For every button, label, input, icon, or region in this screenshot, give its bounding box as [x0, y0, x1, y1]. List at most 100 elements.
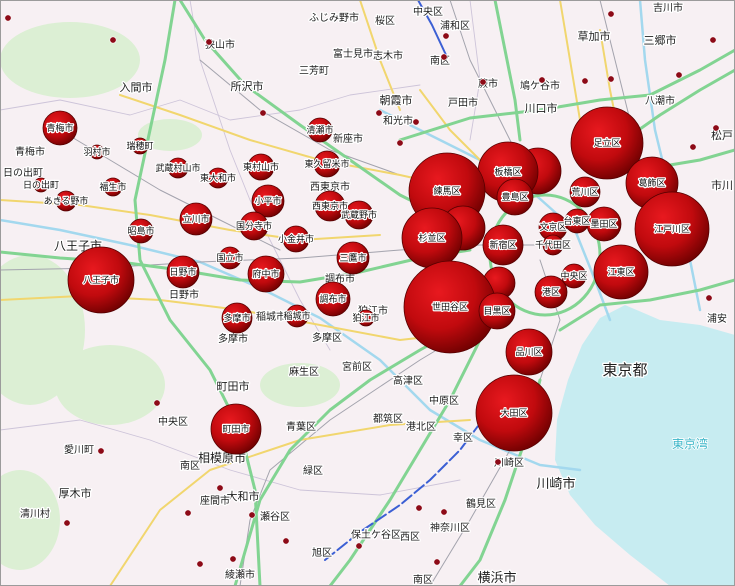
- municipality-bubble-label: 港区: [542, 286, 560, 298]
- municipality-bubble-label: 中央区: [560, 270, 587, 282]
- place-label: 愛川町: [64, 443, 94, 456]
- place-label: 富士見市: [333, 47, 373, 60]
- municipality-bubble-label: 品川区: [515, 347, 542, 358]
- municipality-bubble-label: 豊島区: [501, 191, 528, 203]
- municipality-dot[interactable]: [184, 509, 192, 517]
- municipality-bubble-label: 日野市: [169, 266, 196, 278]
- place-label: 町田市: [217, 379, 250, 393]
- place-label: 新座市: [333, 132, 363, 145]
- municipality-dot[interactable]: [581, 77, 589, 85]
- place-label: 青葉区: [286, 420, 316, 433]
- place-label: 青梅市: [15, 145, 45, 158]
- municipality-bubble-label: 府中市: [252, 268, 279, 280]
- place-label: 吉川市: [653, 1, 683, 14]
- municipality-bubble-label: 台東区: [563, 215, 590, 227]
- municipality-bubble-label: 八王子市: [83, 274, 119, 286]
- municipality-dot[interactable]: [375, 109, 383, 117]
- place-label: 神奈川区: [430, 521, 470, 534]
- municipality-dot[interactable]: [607, 10, 615, 18]
- municipality-bubble-label: 葛飾区: [638, 177, 665, 189]
- municipality-dot[interactable]: [494, 458, 502, 466]
- municipality-dot[interactable]: [607, 75, 615, 83]
- municipality-bubble-label: 小平市: [254, 195, 281, 207]
- municipality-dot[interactable]: [689, 143, 697, 151]
- municipality-dot[interactable]: [216, 484, 224, 492]
- municipality-dot[interactable]: [440, 53, 448, 61]
- municipality-bubble-label: 世田谷区: [432, 301, 468, 313]
- place-label: 都筑区: [373, 412, 403, 425]
- municipality-dot[interactable]: [109, 36, 117, 44]
- place-label: 大和市: [227, 489, 260, 503]
- municipality-dot[interactable]: [259, 109, 267, 117]
- place-label: 緑区: [303, 464, 323, 477]
- municipality-dot[interactable]: [205, 38, 213, 46]
- municipality-bubble-label: 荒川区: [571, 187, 598, 198]
- municipality-bubble-label: 小金井市: [278, 233, 314, 245]
- place-label: 戸田市: [448, 96, 478, 109]
- place-label: 川崎市: [536, 476, 575, 492]
- place-label: 港北区: [406, 421, 436, 433]
- municipality-dot[interactable]: [705, 294, 713, 302]
- municipality-bubble-label: 大田区: [500, 407, 527, 419]
- place-label: 中原区: [429, 394, 459, 407]
- municipality-dot[interactable]: [355, 542, 363, 550]
- municipality-bubble-label: 杉並区: [418, 232, 445, 244]
- place-label: 旭区: [312, 547, 332, 559]
- place-label: 八潮市: [645, 94, 675, 107]
- municipality-dot[interactable]: [196, 560, 204, 568]
- place-label: 鶴見区: [466, 497, 496, 510]
- place-label: 朝霞市: [380, 93, 413, 107]
- municipality-bubble-label: 江東区: [607, 266, 634, 278]
- municipality-bubble-label: 日の出町: [23, 179, 59, 191]
- municipality-bubble-label: 文京区: [539, 221, 566, 233]
- municipality-dot[interactable]: [248, 511, 256, 519]
- municipality-dot[interactable]: [712, 124, 720, 132]
- place-label: 保土ケ谷区: [351, 528, 401, 541]
- municipality-bubble-label: 江戸川区: [654, 224, 690, 235]
- municipality-dot[interactable]: [675, 71, 683, 79]
- municipality-dot[interactable]: [442, 32, 450, 40]
- municipality-dot[interactable]: [412, 118, 420, 126]
- municipality-dot[interactable]: [229, 555, 237, 563]
- municipality-dot[interactable]: [63, 519, 71, 527]
- municipality-dot[interactable]: [396, 139, 404, 147]
- place-label: 座間市: [200, 494, 230, 507]
- municipality-bubble-label: 千代田区: [535, 240, 571, 251]
- municipality-bubble-label: 新宿区: [489, 239, 516, 251]
- municipality-dot[interactable]: [415, 504, 423, 512]
- place-label: 清川村: [20, 507, 50, 520]
- place-label: 綾瀬市: [225, 568, 255, 581]
- place-label: 高津区: [393, 374, 423, 387]
- place-label: 日野市: [169, 288, 199, 301]
- place-label: 中央区: [158, 415, 188, 428]
- municipality-dot[interactable]: [479, 78, 487, 86]
- place-label: 中央区: [413, 5, 443, 18]
- park-area: [55, 345, 165, 425]
- municipality-bubble-label: 多摩市: [223, 312, 250, 324]
- municipality-dot[interactable]: [4, 14, 12, 22]
- municipality-bubble-label: 羽村市: [83, 146, 110, 158]
- place-label: ふじみ野市: [309, 11, 359, 24]
- place-label: 稲城市: [256, 310, 286, 323]
- place-label: 所沢市: [231, 79, 264, 93]
- choropleth-bubble-map[interactable]: 狭山市所沢市入間市三芳町富士見市ふじみ野市志木市朝霞市和光市新座市桜区中央区浦和…: [0, 0, 735, 586]
- municipality-dot[interactable]: [282, 537, 290, 545]
- place-label: 川口市: [525, 101, 558, 115]
- place-label: 多摩市: [218, 332, 248, 345]
- municipality-dot[interactable]: [153, 399, 161, 407]
- municipality-dot[interactable]: [97, 447, 105, 455]
- municipality-bubble-label: 東大和市: [200, 172, 236, 184]
- municipality-bubble-label: 東久留米市: [304, 158, 349, 170]
- municipality-bubble-label: 調布市: [319, 293, 346, 305]
- municipality-dot[interactable]: [433, 558, 441, 566]
- municipality-bubble-label: 武蔵野市: [341, 209, 377, 221]
- municipality-dot[interactable]: [709, 36, 717, 44]
- municipality-bubble-label: あきる野市: [44, 195, 89, 207]
- municipality-bubble-label: 足立区: [593, 137, 620, 149]
- place-label: 草加市: [578, 29, 611, 43]
- place-label: 横浜市: [477, 570, 516, 586]
- municipality-bubble-label: 青梅市: [46, 122, 73, 134]
- municipality-dot[interactable]: [538, 76, 546, 84]
- place-label: 浦安: [707, 312, 727, 325]
- municipality-dot[interactable]: [440, 508, 448, 516]
